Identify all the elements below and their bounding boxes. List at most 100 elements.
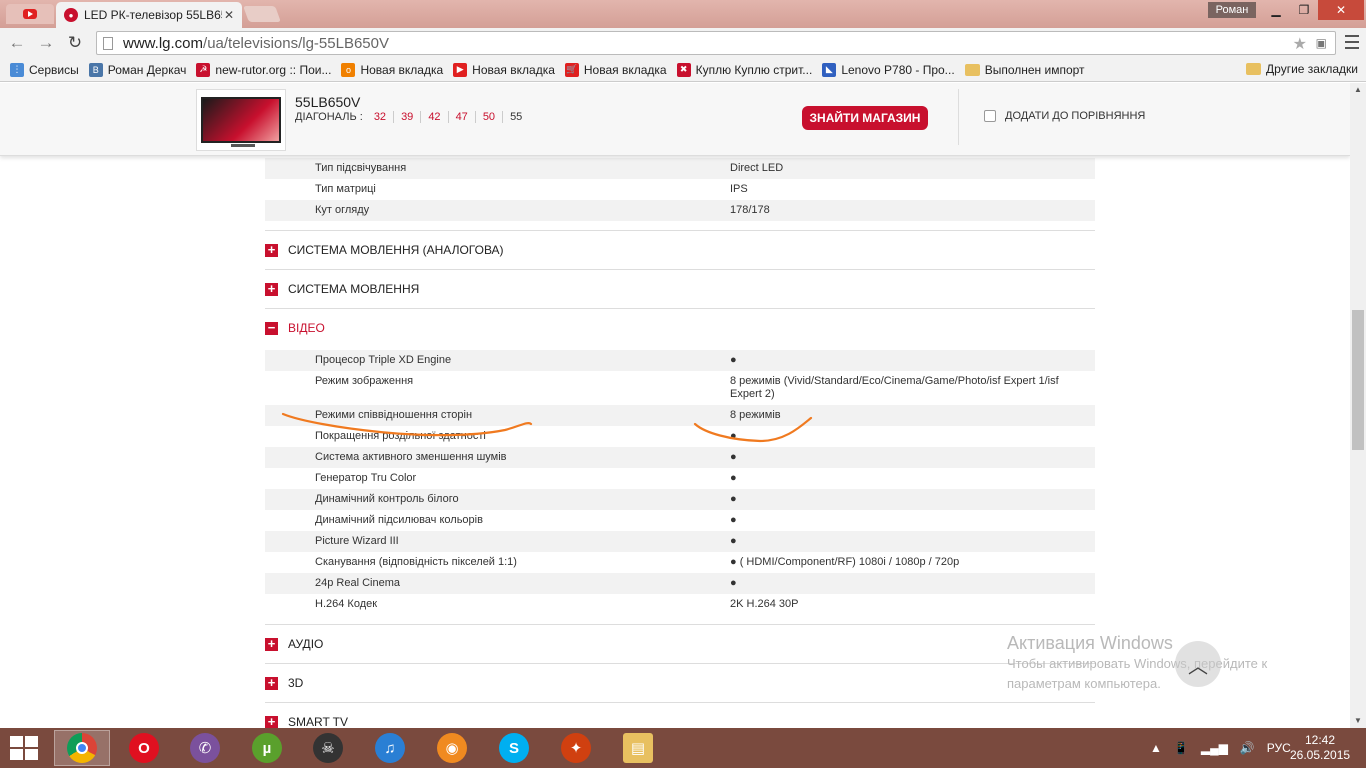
- spec-value: IPS: [730, 183, 748, 195]
- address-bar[interactable]: www.lg.com/ua/televisions/lg-55LB650V ★ …: [96, 31, 1336, 55]
- spec-row: Динамічний контроль білого ●: [265, 489, 1095, 510]
- scroll-up-icon[interactable]: ▲: [1350, 83, 1366, 97]
- size-link[interactable]: 32: [367, 111, 395, 123]
- section-smart-tv[interactable]: + SMART TV: [265, 702, 1095, 728]
- tab-title: LED РК-телевізор 55LB65: [84, 8, 222, 22]
- bookmark-item[interactable]: ⋮ Сервисы: [10, 62, 79, 77]
- profile-button[interactable]: Роман: [1208, 2, 1256, 18]
- taskbar-foobar[interactable]: ☠: [300, 730, 356, 766]
- section-3d[interactable]: +3D: [265, 663, 1095, 702]
- taskbar-utorrent[interactable]: µ: [239, 730, 295, 766]
- restore-icon[interactable]: ❐: [1290, 0, 1318, 20]
- close-icon[interactable]: ✕: [222, 8, 236, 22]
- plus-icon: +: [265, 243, 278, 257]
- skype-icon: S: [499, 733, 529, 763]
- phone-icon[interactable]: 📱: [1174, 741, 1189, 755]
- bookmark-item[interactable]: ◣ Lenovo P780 - Про...: [822, 62, 955, 77]
- product-thumbnail[interactable]: [196, 89, 286, 151]
- bookmark-label: Сервисы: [29, 62, 79, 77]
- taskbar-skype[interactable]: S: [486, 730, 542, 766]
- spec-value: ●: [730, 577, 737, 589]
- window-close-icon[interactable]: ✕: [1318, 0, 1364, 20]
- bookmark-item[interactable]: о Новая вкладка: [341, 62, 443, 77]
- compare-toggle[interactable]: ДОДАТИ ДО ПОРІВНЯННЯ: [984, 110, 1145, 122]
- taskbar-viber[interactable]: ✆: [177, 730, 233, 766]
- spec-row: Режими співвідношення сторін 8 режимів: [265, 405, 1095, 426]
- scroll-to-top-button[interactable]: ︿: [1175, 641, 1221, 687]
- tab-lg[interactable]: ● LED РК-телевізор 55LB65 ✕: [56, 2, 242, 28]
- divider: [958, 89, 959, 145]
- taskbar-chrome[interactable]: [54, 730, 110, 766]
- extension-icon[interactable]: ▣: [1316, 36, 1327, 50]
- section-audio[interactable]: + АУДІО: [265, 624, 1095, 663]
- taskbar-game[interactable]: ✦: [548, 730, 604, 766]
- spec-key: Тип підсвічування: [315, 162, 407, 174]
- back-arrow-icon[interactable]: ←: [7, 33, 27, 53]
- cart-icon: 🛒: [564, 62, 579, 77]
- bookmark-label: Роман Деркач: [107, 62, 187, 77]
- spec-row: H.264 Кодек 2K H.264 30P: [265, 594, 1095, 615]
- signal-icon[interactable]: ▂▄▆: [1201, 741, 1228, 755]
- spec-row: Кут огляду 178/178: [265, 200, 1095, 221]
- size-link[interactable]: 42: [421, 111, 449, 123]
- language-indicator[interactable]: РУС: [1267, 741, 1291, 755]
- bookmark-item[interactable]: 🛒 Новая вкладка: [564, 62, 667, 77]
- spec-row: Сканування (відповідність пікселей 1:1) ●…: [265, 552, 1095, 573]
- taskbar-opera[interactable]: O: [116, 730, 172, 766]
- minimize-icon[interactable]: ▁: [1262, 0, 1290, 20]
- size-link[interactable]: 39: [394, 111, 422, 123]
- page-scrollbar[interactable]: ▲ ▼: [1350, 83, 1366, 728]
- ok-icon: о: [341, 62, 356, 77]
- spec-row: Тип підсвічування Direct LED: [265, 158, 1095, 179]
- forward-arrow-icon[interactable]: →: [36, 33, 56, 53]
- reload-icon[interactable]: ↻: [65, 33, 85, 53]
- viber-icon: ✆: [190, 733, 220, 763]
- spec-key: Генератор Tru Color: [315, 472, 417, 484]
- volume-icon[interactable]: 🔊: [1240, 741, 1255, 755]
- scroll-down-icon[interactable]: ▼: [1350, 714, 1366, 728]
- bookmark-item[interactable]: ☭ new-rutor.org :: Пои...: [196, 62, 332, 77]
- spec-key: Режими співвідношення сторін: [315, 409, 473, 421]
- bookmark-item[interactable]: B Роман Деркач: [88, 62, 187, 77]
- section-video[interactable]: − ВІДЕО: [265, 308, 1095, 347]
- bookmark-item[interactable]: Выполнен импорт: [964, 63, 1085, 77]
- find-store-button[interactable]: ЗНАЙТИ МАГАЗИН: [802, 106, 928, 130]
- bookmark-star-icon[interactable]: ★: [1293, 34, 1307, 54]
- spec-row: Генератор Tru Color ●: [265, 468, 1095, 489]
- tab-youtube[interactable]: [6, 4, 54, 24]
- spec-key: Кут огляду: [315, 204, 370, 216]
- spec-value: 8 режимів (Vivid/Standard/Eco/Cinema/Gam…: [730, 375, 1059, 400]
- spec-value: ●: [730, 514, 737, 526]
- spec-value: 178/178: [730, 204, 770, 216]
- windows-start-icon[interactable]: [10, 736, 38, 760]
- bookmark-label: new-rutor.org :: Пои...: [215, 62, 332, 77]
- taskbar-media-player[interactable]: ◉: [424, 730, 480, 766]
- new-tab-button[interactable]: [243, 6, 281, 22]
- bookmark-label: Новая вкладка: [472, 62, 555, 77]
- opera-icon: O: [129, 733, 159, 763]
- lg-favicon-icon: ●: [64, 8, 78, 22]
- clock[interactable]: 12:42 26.05.2015: [1290, 733, 1350, 763]
- taskbar-itunes[interactable]: ♫: [362, 730, 418, 766]
- size-link[interactable]: 47: [449, 111, 476, 123]
- spec-key: Picture Wizard III: [315, 535, 399, 547]
- size-link[interactable]: 50: [476, 111, 504, 123]
- itunes-icon: ♫: [375, 733, 405, 763]
- utorrent-icon: µ: [252, 733, 282, 763]
- tray-expand-icon[interactable]: ▲: [1150, 741, 1162, 755]
- youtube-icon: [23, 9, 37, 19]
- compare-checkbox[interactable]: [984, 110, 996, 122]
- folder-icon: [1246, 63, 1262, 75]
- section-broadcast[interactable]: + СИСТЕМА МОВЛЕННЯ: [265, 269, 1095, 308]
- page-icon: [103, 36, 113, 50]
- watermark-title: Активация Windows: [1007, 633, 1173, 653]
- other-bookmarks[interactable]: Другие закладки: [1246, 62, 1358, 76]
- bookmark-item[interactable]: ▶ Новая вкладка: [453, 62, 555, 77]
- section-analog-broadcast[interactable]: + СИСТЕМА МОВЛЕННЯ (АНАЛОГОВА): [265, 230, 1095, 269]
- scrollbar-thumb[interactable]: [1352, 310, 1364, 450]
- spec-value: ● ( HDMI/Component/RF) 1080i / 1080p / 7…: [730, 556, 960, 568]
- menu-icon[interactable]: [1345, 35, 1359, 49]
- bookmark-item[interactable]: ✖ Куплю Куплю стрит...: [676, 62, 812, 77]
- taskbar-explorer[interactable]: ▤: [610, 730, 666, 766]
- spec-key: Система активного зменшення шумів: [315, 451, 507, 463]
